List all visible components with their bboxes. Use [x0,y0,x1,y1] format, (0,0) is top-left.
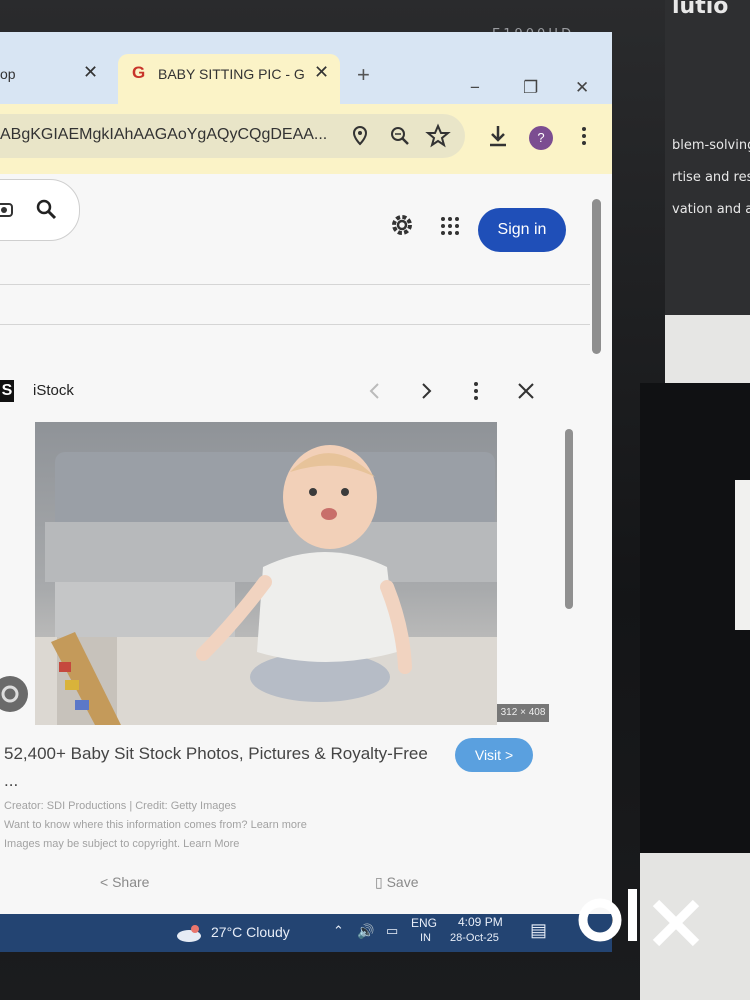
close-tab-icon[interactable]: ✕ [83,62,98,83]
notifications-icon[interactable]: ▤ [530,920,547,941]
more-menu-icon[interactable] [570,122,598,150]
url-text[interactable]: ABgKGIAEMgkIAhAAGAoYgAQyCQgDEAA... [0,126,327,144]
volume-icon[interactable]: 🔊 [357,923,374,940]
close-panel-icon[interactable] [515,380,537,402]
lens-search-icon[interactable] [0,676,28,712]
result-title[interactable]: 52,400+ Baby Sit Stock Photos, Pictures … [4,740,444,794]
weather-widget[interactable]: 27°C Cloudy [211,924,290,940]
location-icon[interactable] [346,122,374,150]
language-region: IN [420,932,431,944]
taskbar: 27°C Cloudy ⌃ 🔊 ▭ ENG IN 4:09 PM 28-Oct-… [0,914,612,952]
next-image-icon[interactable] [415,380,437,402]
more-options-icon[interactable] [465,380,487,402]
tab-strip: op ✕ G BABY SITTING PIC - G ✕ + − ❐ ✕ [0,32,612,104]
background-text: blem-solving [672,138,750,153]
camera-search-icon[interactable] [0,198,15,220]
restore-icon[interactable]: ❐ [523,78,538,98]
divider [0,324,590,325]
bookmark-icon: ▯ [375,874,387,890]
save-label: Save [386,874,419,890]
info-source-note[interactable]: Want to know where this information come… [4,819,307,831]
share-button[interactable]: < Share [100,874,149,890]
background-wall [665,315,750,383]
background-text: vation and ac [672,202,750,217]
page-scrollbar[interactable] [592,199,601,354]
page-content: Sign in S iStock 312 × 408 52,400+ Baby … [0,174,612,914]
search-box[interactable] [0,179,80,241]
new-tab-button[interactable]: + [357,62,370,88]
background-dark [640,383,750,853]
clock-time[interactable]: 4:09 PM [458,915,503,929]
tray-chevron-icon[interactable]: ⌃ [333,923,344,939]
zoom-icon[interactable] [386,122,414,150]
apps-grid-icon[interactable] [440,216,460,236]
baby-sitting-photo[interactable] [35,422,497,725]
settings-gear-icon[interactable] [387,210,417,240]
creator-credit: Creator: SDI Productions | Credit: Getty… [4,800,237,812]
olx-watermark-logo [578,889,700,947]
previous-image-icon[interactable] [364,380,386,402]
background-text: lutio [672,0,729,19]
tab-label: BABY SITTING PIC - G [158,66,305,82]
sign-in-button[interactable]: Sign in [478,208,566,252]
search-icon[interactable] [35,198,57,220]
clock-date[interactable]: 28-Oct-25 [450,932,499,944]
monitor-screen: op ✕ G BABY SITTING PIC - G ✕ + − ❐ ✕ AB… [0,32,612,952]
background-screen: lutio blem-solving rtise and res vation … [665,0,750,315]
weather-cloud-icon[interactable] [175,923,203,943]
tab-previous[interactable]: op ✕ [0,54,108,104]
tab-label: op [0,66,16,82]
network-icon[interactable]: ▭ [386,923,398,939]
google-favicon-icon: G [132,63,146,82]
address-bar[interactable]: ABgKGIAEMgkIAhAAGAoYgAQyCQgDEAA... [0,114,465,158]
download-icon[interactable] [484,122,512,150]
share-icon: < [100,874,113,890]
background-text: rtise and res [672,170,750,185]
image-preview-panel: S iStock 312 × 408 52,400+ Baby Sit Stoc… [0,374,585,914]
toolbar: ABgKGIAEMgkIAhAAGAoYgAQyCQgDEAA... ? [0,104,612,174]
profile-avatar[interactable]: ? [529,126,553,150]
visit-button[interactable]: Visit > [455,738,533,772]
source-favicon: S [0,380,14,402]
share-label: Share [112,874,150,890]
copyright-note[interactable]: Images may be subject to copyright. Lear… [4,838,239,850]
bookmark-star-icon[interactable] [424,122,452,150]
image-dimensions: 312 × 408 [497,704,549,722]
panel-scrollbar[interactable] [565,429,573,609]
background-paper [735,480,750,630]
minimize-icon[interactable]: − [470,78,480,98]
close-window-icon[interactable]: ✕ [575,78,589,98]
close-tab-icon[interactable]: ✕ [314,62,329,83]
save-button[interactable]: ▯ Save [375,874,419,891]
source-name[interactable]: iStock [33,382,74,399]
divider [0,284,590,285]
language-indicator[interactable]: ENG [411,916,437,930]
tab-baby-sitting-pic[interactable]: G BABY SITTING PIC - G ✕ [118,54,340,104]
